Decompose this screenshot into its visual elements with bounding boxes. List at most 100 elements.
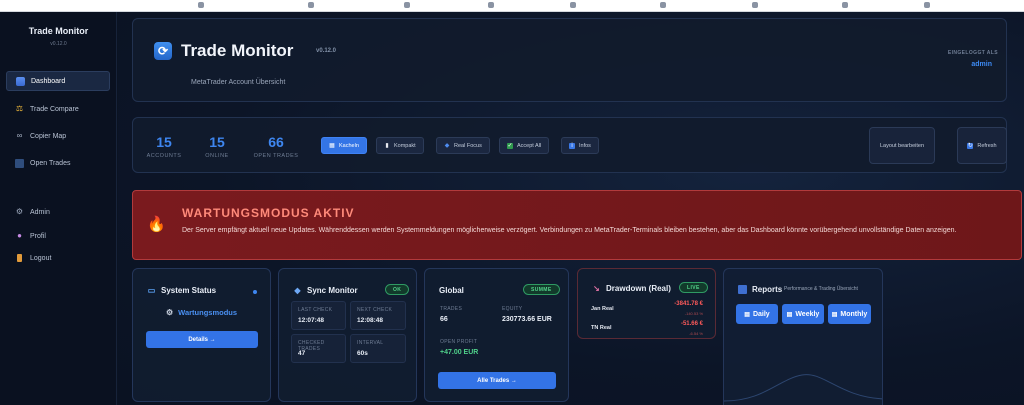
cell-value: 12:08:48: [357, 317, 384, 324]
sidebar-item-copier-map[interactable]: ∞ Copier Map: [6, 126, 110, 146]
shield-icon: ◆: [444, 142, 450, 149]
view-button-accept-all[interactable]: ✓ Accept All: [499, 137, 550, 154]
tab-icon: [308, 2, 314, 8]
sidebar-item-dashboard[interactable]: Dashboard: [6, 71, 110, 91]
view-button-kompakt[interactable]: ▮ Kompakt: [376, 137, 424, 154]
view-button-label: Kompakt: [394, 142, 416, 149]
main-content: ⟳ Trade Monitor v0.12.0 MetaTrader Accou…: [118, 12, 1024, 405]
sidebar-item-label: Dashboard: [31, 77, 66, 85]
reports-decoration-wave: [724, 374, 882, 402]
tab-icon: [842, 2, 848, 8]
login-user[interactable]: admin: [971, 61, 992, 68]
trend-icon: [15, 158, 24, 168]
drawdown-percent: -140.53 %: [684, 311, 703, 316]
sidebar-item-admin[interactable]: ⚙ Admin: [6, 202, 110, 222]
shield-icon: ◆: [294, 286, 301, 295]
card-title: Global: [439, 286, 464, 295]
report-icon: [738, 285, 747, 294]
monitor-icon: ▭: [147, 286, 156, 295]
stat-value: 15: [156, 134, 172, 150]
refresh-label: Refresh: [977, 142, 997, 149]
report-monthly-button[interactable]: ▤ Monthly: [828, 304, 871, 324]
live-badge: LIVE: [679, 282, 708, 293]
flame-icon: 🔥: [147, 216, 166, 233]
sidebar-item-label: Logout: [30, 254, 52, 262]
layout-edit-button[interactable]: Layout bearbeiten: [869, 127, 935, 164]
stats-panel: 15 ACCOUNTS 15 ONLINE 66 OPEN TRADES ▦ K…: [132, 117, 1007, 173]
page-subtitle: MetaTrader Account Übersicht: [191, 79, 286, 86]
sync-monitor-card: ◆ Sync Monitor OK LAST CHECK 12:07:48 NE…: [278, 268, 417, 402]
view-button-kacheln[interactable]: ▦ Kacheln: [321, 137, 367, 154]
view-button-label: Kacheln: [339, 142, 359, 149]
view-button-label: Accept All: [517, 142, 542, 149]
system-status-card: ▭ System Status ⚙ Wartungsmodus Details …: [132, 268, 271, 402]
card-title: Reports: [738, 285, 782, 294]
stat-open-trades: 66 OPEN TRADES: [249, 134, 303, 159]
card-title: ↘ Drawdown (Real): [592, 284, 671, 293]
equity-label: EQUITY: [502, 306, 523, 312]
view-button-label: Real Focus: [454, 142, 482, 149]
view-button-infos[interactable]: i Infos: [561, 137, 599, 154]
reports-card: Reports Performance & Trading Übersicht …: [723, 268, 883, 405]
calendar-icon: ▤: [744, 311, 750, 318]
sync-logo-icon: ⟳: [154, 42, 172, 60]
card-title: ◆ Sync Monitor: [293, 286, 358, 295]
report-weekly-button[interactable]: ▤ Weekly: [782, 304, 824, 324]
view-button-label: Infos: [579, 142, 591, 149]
sidebar-item-profil[interactable]: ● Profil: [6, 226, 110, 246]
refresh-icon: ↻: [967, 142, 974, 149]
equity-value: 230773.66 EUR: [502, 316, 552, 323]
refresh-button[interactable]: ↻ Refresh: [957, 127, 1007, 164]
drawdown-value: -51.66 €: [680, 321, 703, 327]
alert-title: WARTUNGSMODUS AKTIV: [182, 206, 355, 220]
sync-ok-badge: OK: [385, 284, 410, 295]
sidebar-item-open-trades[interactable]: Open Trades: [6, 153, 110, 173]
sidebar-item-label: Trade Compare: [30, 105, 79, 113]
page-version: v0.12.0: [316, 48, 337, 54]
sidebar-item-logout[interactable]: Logout: [6, 248, 110, 268]
sidebar: Trade Monitor v0.12.0 Dashboard ⚖ Trade …: [0, 12, 117, 405]
chart-down-icon: ↘: [593, 284, 600, 293]
card-title-text: Sync Monitor: [307, 286, 358, 295]
sidebar-item-label: Open Trades: [30, 159, 71, 167]
card-title-text: Drawdown (Real): [606, 284, 671, 293]
card-title-text: Reports: [752, 285, 783, 294]
trades-label: TRADES: [440, 306, 463, 312]
cell-label: LAST CHECK: [298, 307, 333, 313]
all-trades-button[interactable]: Alle Trades →: [438, 372, 556, 389]
info-icon: i: [569, 142, 575, 149]
view-button-real-focus[interactable]: ◆ Real Focus: [436, 137, 490, 154]
report-button-label: Monthly: [840, 310, 868, 318]
maintenance-alert: 🔥 WARTUNGSMODUS AKTIV Der Server empfäng…: [132, 190, 1022, 260]
sidebar-item-trade-compare[interactable]: ⚖ Trade Compare: [6, 99, 110, 119]
sidebar-brand: Trade Monitor: [28, 26, 89, 36]
details-button[interactable]: Details →: [146, 331, 258, 348]
login-label: EINGELOGGT ALS: [947, 50, 998, 56]
page-title: Trade Monitor: [181, 41, 294, 60]
status-text: Wartungsmodus: [178, 308, 238, 317]
sidebar-item-label: Copier Map: [30, 132, 67, 140]
sidebar-item-label: Profil: [30, 232, 46, 240]
chart-icon: [16, 76, 25, 86]
cell-value: 12:07:48: [298, 317, 325, 324]
tab-icon: [198, 2, 204, 8]
tab-icon: [752, 2, 758, 8]
sync-cell: NEXT CHECK 12:08:48: [350, 301, 406, 330]
maintenance-status: ⚙ Wartungsmodus: [166, 308, 237, 317]
stat-online: 15 ONLINE: [199, 134, 235, 159]
stat-value: 66: [268, 134, 284, 150]
report-daily-button[interactable]: ▤ Daily: [736, 304, 778, 324]
summe-badge: SUMME: [523, 284, 560, 295]
open-profit-value: +47.00 EUR: [440, 349, 479, 356]
drawdown-percent: -6.54 %: [689, 331, 703, 336]
document-icon: ▮: [385, 142, 389, 149]
open-profit-label: OPEN PROFIT: [440, 339, 478, 345]
cell-value: 47: [298, 350, 306, 357]
sync-cell: CHECKED TRADES 47: [291, 334, 346, 363]
tab-icon: [488, 2, 494, 8]
sync-cell: INTERVAL 60s: [350, 334, 406, 363]
cell-label: INTERVAL: [357, 340, 384, 346]
drawdown-account: Jan Real: [591, 306, 614, 312]
stat-label: ACCOUNTS: [146, 153, 182, 159]
tab-icon: [570, 2, 576, 8]
